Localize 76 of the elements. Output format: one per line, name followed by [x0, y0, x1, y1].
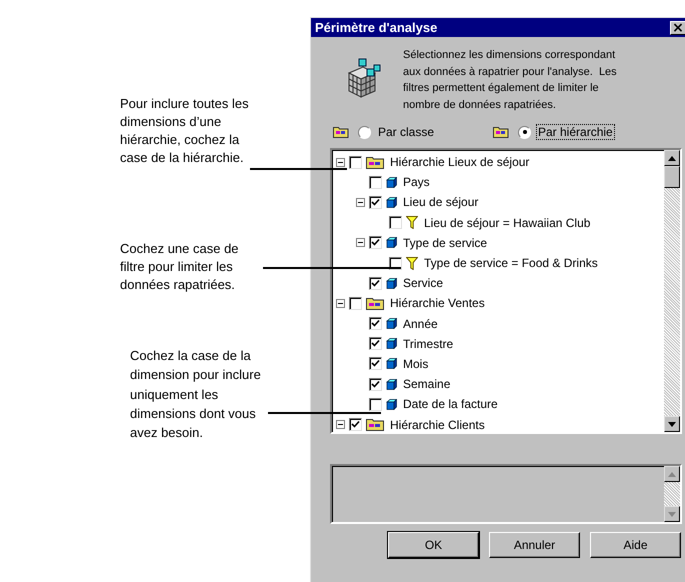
window-title: Périmètre d'analyse [315, 20, 438, 35]
collapse-toggle[interactable] [336, 298, 345, 308]
scroll-thumb[interactable] [664, 166, 680, 188]
checkbox[interactable] [369, 276, 382, 290]
tree-item[interactable]: Lieu de séjour [403, 195, 478, 210]
tree-item[interactable]: Hiérarchie Clients [390, 418, 485, 432]
cube-icon [386, 338, 397, 350]
tree-item[interactable]: Date de la facture [403, 397, 498, 412]
checkmark-icon [371, 339, 380, 348]
folder-icon [366, 156, 384, 169]
collapse-toggle[interactable] [336, 420, 345, 430]
up-arrow-icon [668, 472, 676, 476]
down-arrow-icon [668, 512, 676, 516]
down-arrow-icon [668, 422, 676, 426]
tree-item[interactable]: Type de service = Food & Drinks [424, 256, 598, 270]
checkbox[interactable] [369, 337, 382, 350]
checkmark-icon [371, 319, 380, 328]
checkbox[interactable] [349, 296, 362, 310]
checkmark-icon [371, 380, 380, 389]
radio-button[interactable] [358, 126, 371, 138]
filter-icon [406, 256, 418, 270]
scrollbar[interactable] [664, 150, 680, 432]
checkbox[interactable] [369, 398, 382, 411]
tree-item[interactable]: Hiérarchie Lieux de séjour [390, 155, 530, 170]
folder-icon [493, 126, 509, 138]
radio-label[interactable]: Par classe [376, 124, 436, 140]
intro-text: Sélectionnez les dimensions correspondant aux données à rapatrier pour l'analyse. Les filtres permettent également de limiter le nombre de données rapatriées. [403, 48, 618, 112]
dialog-button[interactable]: OK [388, 532, 479, 558]
cube-icon [386, 318, 397, 330]
tree-item[interactable]: Mois [403, 356, 428, 371]
cube-icon [386, 176, 397, 188]
checkmark-icon [351, 420, 360, 430]
checkmark-icon [371, 238, 380, 248]
cube-icon [386, 196, 397, 208]
checkmark-icon [371, 278, 380, 288]
cube-icon [386, 278, 397, 289]
tree-item[interactable]: Pays [403, 175, 430, 190]
checkbox[interactable] [369, 196, 382, 209]
cube-icon [386, 378, 397, 390]
folder-icon [333, 126, 349, 138]
scrollbar[interactable] [664, 466, 680, 522]
checkmark-icon [371, 198, 380, 207]
collapse-toggle[interactable] [356, 238, 365, 248]
checkbox[interactable] [389, 216, 402, 230]
dialog-button[interactable]: Aide [590, 532, 681, 558]
dialog-button[interactable]: Annuler [489, 532, 580, 558]
checkmark-icon [371, 359, 380, 368]
checkbox[interactable] [369, 176, 382, 189]
checkbox[interactable] [369, 236, 382, 250]
radio-label[interactable]: Par hiérarchie [536, 124, 615, 140]
checkbox[interactable] [349, 156, 362, 169]
tree-item[interactable]: Type de service [403, 236, 488, 250]
collapse-toggle[interactable] [336, 158, 345, 167]
folder-icon [366, 296, 384, 310]
tree-item[interactable]: Année [403, 316, 438, 331]
folder-icon [366, 418, 384, 432]
cube-icon [386, 398, 397, 410]
tree-item[interactable]: Service [403, 276, 444, 290]
collapse-toggle[interactable] [356, 198, 365, 207]
cube-icon [386, 358, 397, 370]
tree-item[interactable]: Trimestre [403, 336, 454, 351]
callout-text: Pour inclure toutes les dimensions d’une hiérarchie, cochez la case de la hiérarchie. [120, 95, 250, 167]
callout-text: Cochez la case de la dimension pour inclure uniquement les dimensions dont vous avez besoin. [130, 347, 262, 442]
close-button[interactable]: × [670, 20, 685, 34]
cube-icon [386, 237, 397, 248]
checkbox[interactable] [369, 357, 382, 370]
radio-button[interactable] [518, 126, 531, 138]
checkbox[interactable] [369, 378, 382, 391]
checkbox[interactable] [369, 317, 382, 330]
checkbox[interactable] [349, 418, 362, 432]
tree-item[interactable]: Hiérarchie Ventes [390, 296, 485, 310]
tree-item[interactable]: Lieu de séjour = Hawaiian Club [424, 216, 590, 230]
callout-text: Cochez une case de filtre pour limiter les données rapatriées. [120, 240, 240, 294]
up-arrow-icon [668, 156, 676, 160]
filter-icon [406, 216, 418, 230]
tree-item[interactable]: Semaine [403, 377, 450, 392]
